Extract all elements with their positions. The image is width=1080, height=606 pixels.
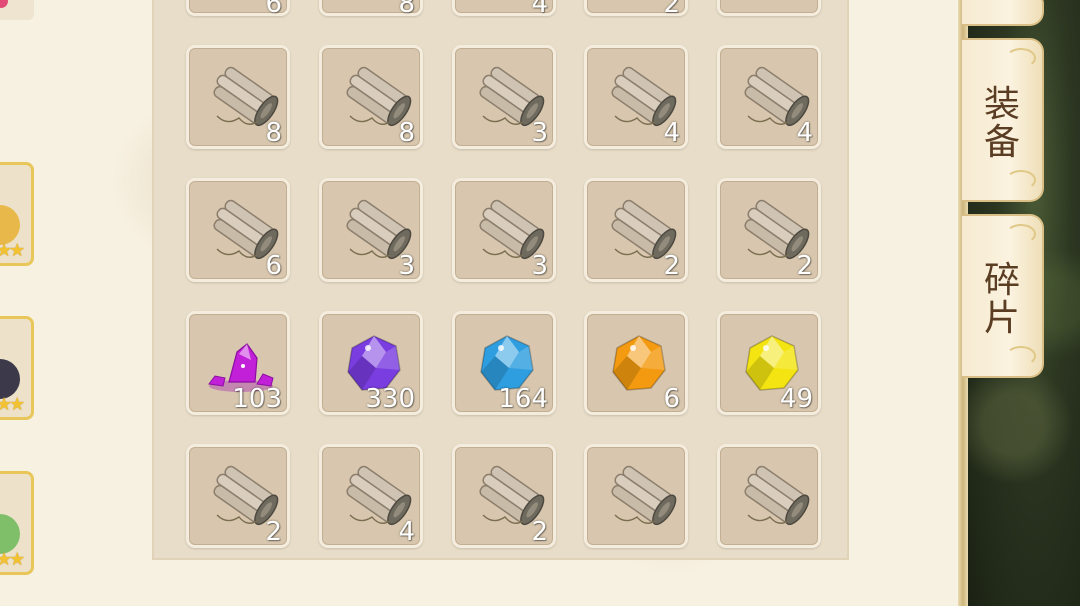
item-count: 4 bbox=[398, 517, 415, 547]
inventory-slot[interactable]: 164 bbox=[452, 311, 556, 415]
inventory-slot[interactable]: 2 bbox=[186, 444, 290, 548]
swirl-ornament-icon bbox=[1006, 48, 1036, 68]
item-grid-panel[interactable]: 6 8 4 2 8 8 3 4 4 6 3 3 2 2 103 330 164 6 49 2 4 2 bbox=[152, 0, 849, 560]
item-count: 3 bbox=[398, 251, 415, 281]
item-count: 164 bbox=[498, 384, 548, 414]
scroll-bundle-icon bbox=[744, 465, 810, 526]
inventory-slot[interactable]: 4 bbox=[452, 0, 556, 19]
hero-portrait bbox=[0, 359, 20, 399]
left-card-partial-top[interactable] bbox=[0, 0, 34, 20]
item-count: 2 bbox=[796, 251, 813, 281]
item-count: 8 bbox=[265, 118, 282, 148]
hero-card-3[interactable]: ★★ bbox=[0, 471, 34, 575]
item-count: 6 bbox=[663, 384, 680, 414]
inventory-slot[interactable]: 2 bbox=[584, 0, 688, 19]
item-count: 2 bbox=[663, 251, 680, 281]
tab-equipment-char1: 装 bbox=[983, 84, 1020, 125]
swirl-ornament-icon bbox=[1006, 170, 1036, 190]
item-count: 2 bbox=[663, 0, 680, 19]
inventory-slot[interactable]: 3 bbox=[452, 45, 556, 149]
item-count: 330 bbox=[365, 384, 415, 414]
inventory-slot[interactable]: 6 bbox=[584, 311, 688, 415]
tab-top-partial[interactable] bbox=[962, 0, 1044, 26]
hero-portrait bbox=[0, 514, 20, 554]
item-count: 49 bbox=[779, 384, 813, 414]
inventory-slot[interactable]: 49 bbox=[717, 311, 821, 415]
inventory-slot[interactable]: 3 bbox=[319, 178, 423, 282]
star-rating-icon: ★★ bbox=[0, 549, 25, 570]
inventory-slot[interactable]: 2 bbox=[584, 178, 688, 282]
item-count: 3 bbox=[531, 118, 548, 148]
inventory-slot[interactable]: 3 bbox=[452, 178, 556, 282]
tab-fragments-char1: 碎 bbox=[983, 260, 1020, 301]
star-rating-icon: ★★ bbox=[0, 240, 25, 261]
tab-equipment[interactable]: 装 备 bbox=[962, 38, 1044, 202]
item-count: 8 bbox=[398, 0, 415, 19]
item-count: 6 bbox=[265, 0, 282, 19]
inventory-slot[interactable]: 8 bbox=[186, 45, 290, 149]
hero-card-2[interactable]: ★★ bbox=[0, 316, 34, 420]
item-count: 2 bbox=[531, 517, 548, 547]
scroll-bundle-icon bbox=[611, 465, 677, 526]
item-count: 4 bbox=[663, 118, 680, 148]
star-rating-icon: ★★ bbox=[0, 394, 25, 415]
inventory-slot[interactable]: 2 bbox=[452, 444, 556, 548]
inventory-slot[interactable]: 4 bbox=[584, 45, 688, 149]
inventory-slot[interactable]: 330 bbox=[319, 311, 423, 415]
tab-fragments-char2: 片 bbox=[983, 298, 1020, 339]
inventory-slot[interactable]: 8 bbox=[319, 0, 423, 19]
inventory-slot[interactable]: 6 bbox=[186, 0, 290, 19]
item-count: 2 bbox=[265, 517, 282, 547]
swirl-ornament-icon bbox=[1006, 224, 1036, 244]
item-count: 4 bbox=[796, 118, 813, 148]
item-count: 3 bbox=[531, 251, 548, 281]
tab-fragments[interactable]: 碎 片 bbox=[962, 214, 1044, 378]
inventory-slot[interactable] bbox=[717, 444, 821, 548]
swirl-ornament-icon bbox=[1006, 346, 1036, 366]
inventory-slot[interactable]: 103 bbox=[186, 311, 290, 415]
tab-equipment-char2: 备 bbox=[983, 122, 1020, 163]
hero-card-1[interactable]: ★★ bbox=[0, 162, 34, 266]
inventory-slot[interactable]: 8 bbox=[319, 45, 423, 149]
hero-portrait bbox=[0, 205, 20, 245]
item-count: 103 bbox=[232, 384, 282, 414]
item-count: 8 bbox=[398, 118, 415, 148]
item-count: 4 bbox=[531, 0, 548, 19]
item-count: 6 bbox=[265, 251, 282, 281]
inventory-slot[interactable]: 6 bbox=[186, 178, 290, 282]
inventory-slot[interactable] bbox=[584, 444, 688, 548]
inventory-slot[interactable]: 2 bbox=[717, 178, 821, 282]
inventory-slot[interactable] bbox=[717, 0, 821, 16]
inventory-slot[interactable]: 4 bbox=[319, 444, 423, 548]
inventory-slot[interactable]: 4 bbox=[717, 45, 821, 149]
